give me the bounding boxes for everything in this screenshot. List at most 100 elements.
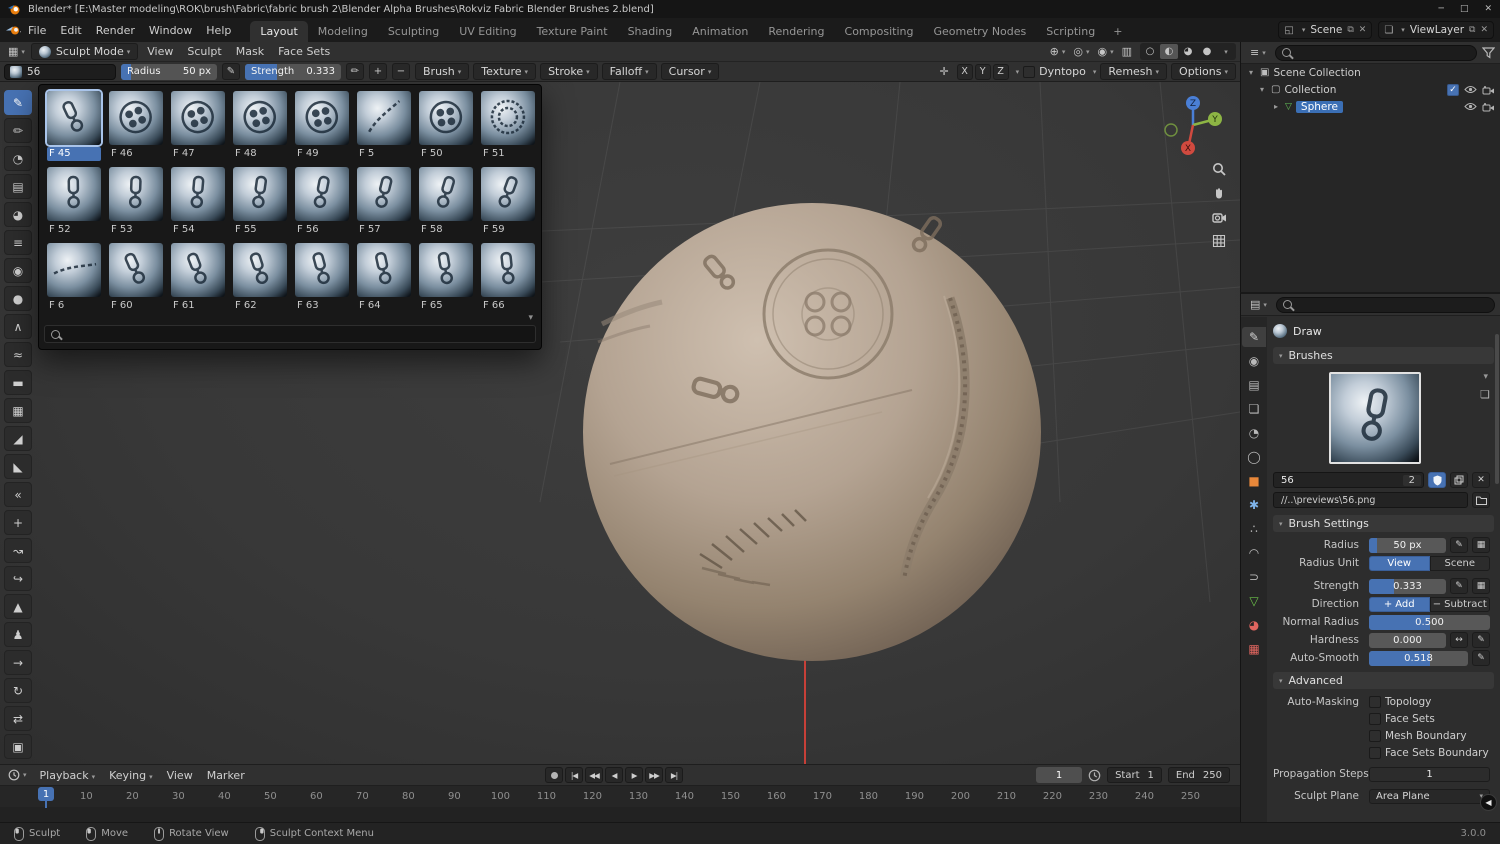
- checkbox-face-sets-boundary[interactable]: [1369, 746, 1381, 759]
- outliner-row-collection[interactable]: ▾ ▢ Collection ✓: [1241, 81, 1500, 98]
- editor-type-icon[interactable]: ▾: [4, 769, 31, 781]
- tool-multi-plane-scrape-button[interactable]: ◣: [4, 454, 32, 479]
- preview-options-icon[interactable]: ▾: [1483, 372, 1488, 382]
- unlink-brush-button[interactable]: ✕: [1472, 472, 1490, 488]
- scene-selector[interactable]: ◱ ▾ Scene ⧉ ✕: [1278, 21, 1373, 39]
- timeline-ruler[interactable]: 10 20 30 40 50 60 70 80 90 100 110 120 130 140 150 160 1…: [0, 785, 1240, 808]
- radius-slider[interactable]: Radius 50 px: [121, 63, 217, 80]
- blender-menu-icon[interactable]: ▾: [6, 25, 21, 36]
- users-count-badge[interactable]: 2: [1402, 474, 1421, 486]
- propagation-steps-field[interactable]: 1: [1369, 766, 1490, 782]
- editor-type-icon[interactable]: ≡ ▾: [1246, 46, 1270, 59]
- workspace-tab-animation[interactable]: Animation: [682, 21, 758, 42]
- outliner-row-sphere[interactable]: ▸ ▽ Sphere: [1241, 98, 1500, 115]
- hardness-slider[interactable]: 0.000: [1369, 632, 1446, 648]
- falloff-dropdown[interactable]: Falloff ▾: [601, 63, 657, 80]
- play-reverse-button[interactable]: ◀: [605, 767, 623, 783]
- mirror-z-toggle[interactable]: Z: [992, 63, 1009, 80]
- properties-tab-render[interactable]: ◉: [1242, 351, 1266, 371]
- brush-f-60[interactable]: F 60: [105, 241, 167, 317]
- workspace-tab-geometry-nodes[interactable]: Geometry Nodes: [923, 21, 1036, 42]
- viewport-menu-view[interactable]: View: [140, 42, 180, 61]
- autosmooth-pressure-icon[interactable]: ✎: [1472, 650, 1490, 666]
- shading-rendered-icon[interactable]: ●: [1198, 44, 1216, 59]
- properties-tab-scene[interactable]: ◔: [1242, 423, 1266, 443]
- add-workspace-button[interactable]: +: [1105, 21, 1130, 42]
- remove-viewlayer-icon[interactable]: ✕: [1480, 25, 1488, 35]
- tool-scrape-button[interactable]: ◢: [4, 426, 32, 451]
- viewport-menu-mask[interactable]: Mask: [229, 42, 271, 61]
- timeline-menu-view[interactable]: View: [160, 766, 200, 785]
- checkbox-topology[interactable]: [1369, 695, 1381, 708]
- shading-wireframe-icon[interactable]: ○: [1141, 44, 1159, 59]
- tool-slide-relax-button[interactable]: ⇄: [4, 706, 32, 731]
- timeline-menu-marker[interactable]: Marker: [200, 766, 252, 785]
- remesh-dropdown[interactable]: Remesh ▾: [1100, 63, 1168, 80]
- tool-flatten-button[interactable]: ▬: [4, 370, 32, 395]
- unified-radius-icon[interactable]: ▦: [1472, 537, 1490, 553]
- eye-icon[interactable]: [1464, 102, 1477, 111]
- brush-f-53[interactable]: F 53: [105, 165, 167, 241]
- gizmo-neg-y-axis[interactable]: [1164, 123, 1178, 137]
- scrollbar[interactable]: [1495, 334, 1499, 484]
- subtract-mode-button[interactable]: −: [392, 63, 410, 80]
- tool-pinch-button[interactable]: «: [4, 482, 32, 507]
- workspace-tab-sculpting[interactable]: Sculpting: [378, 21, 449, 42]
- section-advanced[interactable]: ▾ Advanced: [1273, 672, 1494, 689]
- previous-keyframe-button[interactable]: ◀◀: [585, 767, 603, 783]
- next-keyframe-button[interactable]: ▶▶: [645, 767, 663, 783]
- brush-f-50[interactable]: F 50: [415, 89, 477, 165]
- autosmooth-slider[interactable]: 0.518: [1369, 650, 1468, 666]
- tool-elastic-deform-button[interactable]: ↝: [4, 538, 32, 563]
- properties-tab-texture[interactable]: ▦: [1242, 639, 1266, 659]
- workspace-tab-layout[interactable]: Layout: [250, 21, 308, 42]
- brush-f-51[interactable]: F 51: [477, 89, 539, 165]
- properties-search-input[interactable]: [1296, 298, 1488, 311]
- brush-dropdown[interactable]: Brush ▾: [415, 63, 470, 80]
- properties-tab-output[interactable]: ▤: [1242, 375, 1266, 395]
- tool-clay-strips-button[interactable]: ▤: [4, 174, 32, 199]
- outliner-search[interactable]: [1274, 44, 1477, 61]
- preview-image-icon[interactable]: ❏: [1480, 388, 1490, 401]
- xray-toggle-icon[interactable]: ▥: [1118, 45, 1136, 58]
- close-button[interactable]: ✕: [1484, 4, 1492, 14]
- menu-edit[interactable]: Edit: [53, 21, 88, 40]
- shading-options-icon[interactable]: ▾: [1217, 44, 1235, 59]
- tool-snake-hook-button[interactable]: ↪: [4, 566, 32, 591]
- brush-f-58[interactable]: F 58: [415, 165, 477, 241]
- properties-tab-world[interactable]: ◯: [1242, 447, 1266, 467]
- eye-icon[interactable]: [1464, 85, 1477, 94]
- brush-f-5[interactable]: F 5: [353, 89, 415, 165]
- camera-icon[interactable]: [1482, 102, 1495, 112]
- workspace-tab-shading[interactable]: Shading: [618, 21, 683, 42]
- tool-draw-button[interactable]: ✎: [4, 90, 32, 115]
- minimize-button[interactable]: ─: [1439, 4, 1444, 14]
- properties-tab-object-data[interactable]: ▽: [1242, 591, 1266, 611]
- timeline-menu-playback[interactable]: Playback ▾: [33, 766, 103, 785]
- hardness-pressure-icon[interactable]: ✎: [1472, 632, 1490, 648]
- toggle-ortho-button[interactable]: [1208, 230, 1230, 252]
- strength-pressure-icon[interactable]: ✎: [1450, 578, 1468, 594]
- shading-solid-icon[interactable]: ◐: [1160, 44, 1178, 59]
- tool-fill-button[interactable]: ▦: [4, 398, 32, 423]
- direction-add-button[interactable]: + Add: [1369, 596, 1430, 612]
- expand-icon[interactable]: ▾: [1246, 68, 1256, 77]
- tool-inflate-button[interactable]: ◉: [4, 258, 32, 283]
- radius-unit-view-button[interactable]: View: [1369, 555, 1430, 571]
- camera-view-button[interactable]: [1208, 206, 1230, 228]
- tool-clay-thumb-button[interactable]: ◕: [4, 202, 32, 227]
- properties-tab-material[interactable]: ◕: [1242, 615, 1266, 635]
- mirror-x-toggle[interactable]: X: [956, 63, 973, 80]
- copy-viewlayer-icon[interactable]: ⧉: [1469, 25, 1475, 35]
- active-brush-field[interactable]: 56: [4, 63, 116, 80]
- properties-tab-tool[interactable]: ✎: [1242, 327, 1266, 347]
- viewlayer-selector[interactable]: ❏ ▾ ViewLayer ⧉ ✕: [1378, 21, 1494, 39]
- open-file-button[interactable]: [1472, 492, 1490, 508]
- strength-slider[interactable]: Strength 0.333: [245, 63, 341, 80]
- cursor-dropdown[interactable]: Cursor ▾: [660, 63, 720, 80]
- filter-icon[interactable]: [1482, 46, 1495, 59]
- brush-f-54[interactable]: F 54: [167, 165, 229, 241]
- menu-render[interactable]: Render: [89, 21, 142, 40]
- tool-smooth-button[interactable]: ≈: [4, 342, 32, 367]
- menu-window[interactable]: Window: [142, 21, 199, 40]
